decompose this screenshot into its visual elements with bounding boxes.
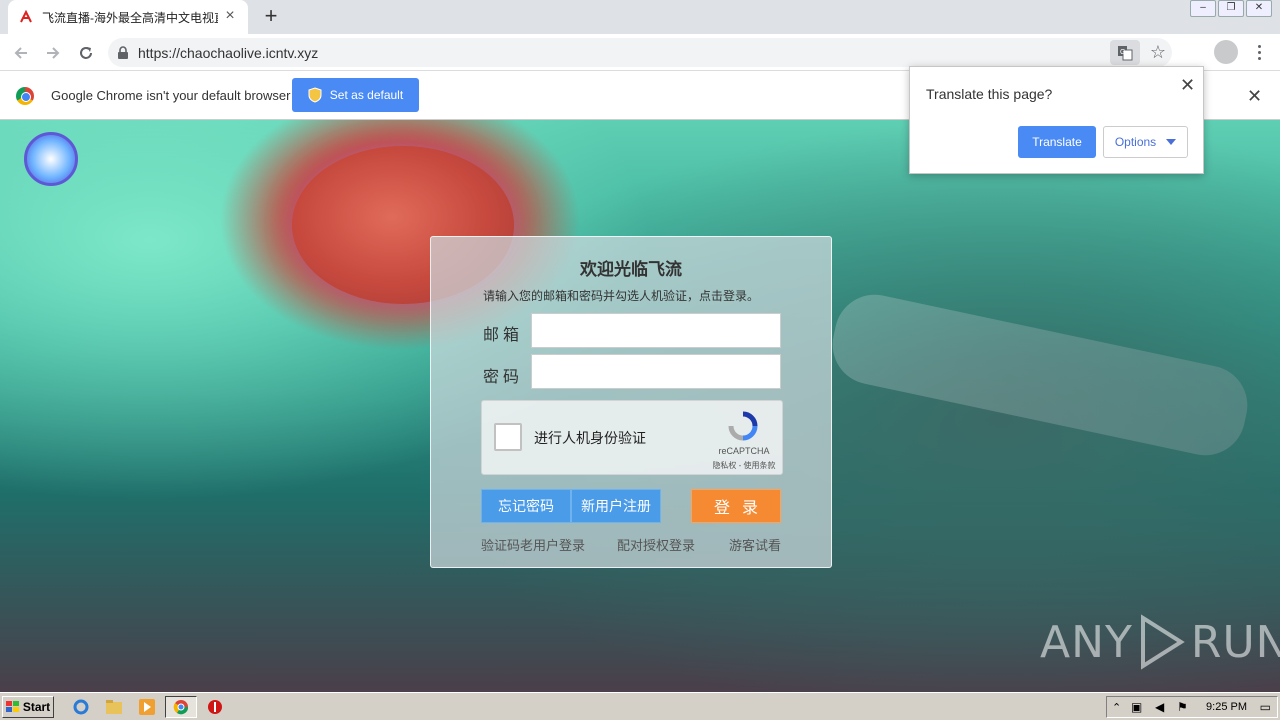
recaptcha-checkbox[interactable]	[494, 423, 522, 451]
recaptcha-widget: 进行人机身份验证 reCAPTCHA 隐私权 - 使用条款	[481, 400, 783, 475]
translate-button[interactable]: Translate	[1018, 126, 1096, 158]
recaptcha-links[interactable]: 隐私权 - 使用条款	[706, 460, 782, 471]
clock: 9:25 PM	[1206, 701, 1247, 713]
tab-close-icon[interactable]: ×	[222, 8, 238, 25]
site-favicon-icon	[18, 9, 34, 25]
system-tray: ⌃ ▣ ◀ ⚑ 9:25 PM ▭	[1106, 696, 1278, 718]
volume-icon[interactable]: ◀	[1155, 700, 1164, 714]
translate-options-label: Options	[1114, 135, 1157, 149]
forgot-password-button[interactable]: 忘记密码	[481, 489, 571, 523]
restore-icon[interactable]: ❐	[1218, 0, 1244, 17]
window-controls: – ❐ ✕	[1190, 0, 1272, 17]
watermark-right: RUN	[1190, 616, 1280, 668]
set-as-default-button[interactable]: Set as default	[292, 78, 419, 112]
media-player-icon[interactable]	[138, 698, 156, 716]
start-label: Start	[22, 700, 51, 714]
infobar-close-icon[interactable]: ✕	[1247, 86, 1262, 107]
recaptcha-label: 进行人机身份验证	[534, 430, 646, 446]
minimize-icon[interactable]: –	[1190, 0, 1216, 17]
profile-avatar-icon[interactable]	[1214, 40, 1238, 64]
tab-title: 飞流直播-海外最全高清中文电视直播	[42, 10, 218, 25]
internet-explorer-icon[interactable]	[72, 698, 90, 716]
translate-title: Translate this page?	[926, 86, 1053, 102]
register-button[interactable]: 新用户注册	[571, 489, 661, 523]
email-label: 邮箱	[483, 327, 524, 344]
watermark-left: ANY	[1040, 616, 1133, 668]
tab-strip: 飞流直播-海外最全高清中文电视直播 × + – ❐ ✕	[0, 0, 1280, 34]
forward-icon[interactable]	[40, 40, 66, 66]
chrome-logo-icon	[16, 87, 34, 105]
login-button[interactable]: 登录	[691, 489, 781, 523]
password-field[interactable]	[531, 354, 781, 389]
network-icon[interactable]: ▣	[1131, 700, 1142, 714]
browser-menu-icon[interactable]	[1254, 40, 1264, 64]
windows-logo-icon	[5, 701, 19, 712]
page-background: 欢迎光临飞流 请输入您的邮箱和密码并勾选人机验证，点击登录。 邮箱 密码 进行人…	[0, 120, 1280, 692]
windows-taskbar: Start ⌃ ▣ ◀ ⚑ 9:25 PM ▭	[0, 692, 1280, 720]
translate-bubble: Translate this page? ✕ Translate Options	[909, 66, 1204, 174]
play-icon	[1140, 614, 1185, 670]
login-title: 欢迎光临飞流	[580, 260, 682, 280]
recaptcha-logo-icon	[726, 409, 760, 443]
shield-icon	[308, 87, 322, 103]
login-hint: 请输入您的邮箱和密码并勾选人机验证，点击登录。	[483, 289, 760, 303]
start-button[interactable]: Start	[2, 696, 54, 718]
flag-icon[interactable]: ⚑	[1177, 700, 1188, 714]
lock-icon	[108, 45, 138, 60]
close-window-icon[interactable]: ✕	[1246, 0, 1272, 17]
tray-expand-icon[interactable]: ⌃	[1112, 701, 1121, 714]
new-tab-button[interactable]: +	[260, 5, 282, 28]
chrome-taskbar-icon	[172, 698, 190, 716]
pair-auth-login-link[interactable]: 配对授权登录	[617, 535, 695, 554]
password-label: 密码	[483, 369, 524, 386]
folder-icon[interactable]	[105, 698, 123, 716]
infobar-message: Google Chrome isn't your default browser	[51, 88, 291, 103]
stop-icon[interactable]	[206, 698, 224, 716]
site-logo[interactable]	[24, 132, 78, 186]
guest-trial-link[interactable]: 游客试看	[729, 535, 781, 554]
translate-close-icon[interactable]: ✕	[1180, 75, 1195, 96]
anyrun-watermark: ANY RUN	[1040, 614, 1280, 670]
captcha-login-link[interactable]: 验证码老用户登录	[481, 535, 585, 554]
set-as-default-label: Set as default	[329, 88, 404, 102]
translate-icon[interactable]: G	[1110, 40, 1140, 65]
svg-text:G: G	[1120, 49, 1125, 56]
background-figure	[825, 287, 1255, 463]
back-icon[interactable]	[8, 40, 34, 66]
login-panel: 欢迎光临飞流 请输入您的邮箱和密码并勾选人机验证，点击登录。 邮箱 密码 进行人…	[430, 236, 832, 568]
translate-options-button[interactable]: Options	[1103, 126, 1188, 158]
address-bar[interactable]: https://chaochaolive.icntv.xyz G ☆	[108, 38, 1172, 67]
browser-tab[interactable]: 飞流直播-海外最全高清中文电视直播 ×	[8, 0, 248, 34]
recaptcha-brand: reCAPTCHA	[718, 446, 770, 456]
url-text: https://chaochaolive.icntv.xyz	[138, 44, 319, 61]
bookmark-star-icon[interactable]: ☆	[1144, 42, 1172, 63]
email-field[interactable]	[531, 313, 781, 348]
reload-icon[interactable]	[73, 40, 99, 66]
chevron-down-icon	[1166, 139, 1177, 145]
show-desktop-icon[interactable]: ▭	[1260, 700, 1271, 714]
